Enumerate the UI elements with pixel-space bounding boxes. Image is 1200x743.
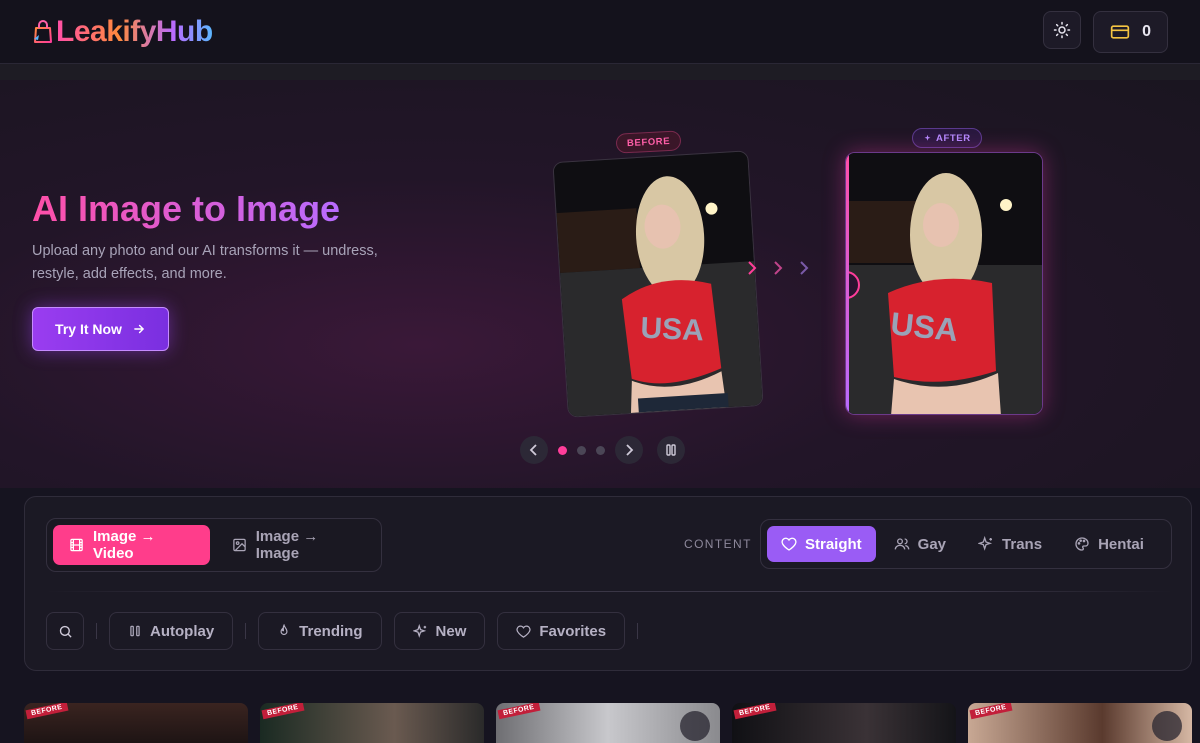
arrow-right-icon <box>134 324 145 334</box>
filter-label: Autoplay <box>150 622 215 640</box>
cta-label: Try It Now <box>55 321 122 337</box>
filter-label: Trending <box>299 622 363 640</box>
carousel-dot[interactable] <box>596 445 605 455</box>
hero-banner: AI Image to Image Upload any photo and o… <box>0 80 1200 488</box>
search-icon <box>59 625 72 638</box>
category-hentai-button[interactable]: Hentai <box>1060 526 1158 562</box>
mode-image-to-image-button[interactable]: Image → Image <box>216 525 375 565</box>
carousel-dot[interactable] <box>577 445 586 455</box>
category-label: Gay <box>917 535 947 553</box>
after-badge: AFTER <box>912 128 982 148</box>
transform-arrows <box>746 260 810 276</box>
category-label: Hentai <box>1098 535 1144 553</box>
brand-name: LeakifyHub <box>56 14 213 48</box>
play-button[interactable] <box>1152 711 1182 741</box>
gallery-item[interactable]: BEFORE <box>496 703 720 743</box>
autoplay-button[interactable]: Autoplay <box>109 612 234 650</box>
search-button[interactable] <box>46 612 84 650</box>
carousel-next-button[interactable] <box>615 436 643 464</box>
header-strip <box>0 64 1200 80</box>
pause-icon <box>666 444 676 456</box>
category-label: Trans <box>1002 535 1043 553</box>
sparkles-icon <box>412 623 426 638</box>
before-tag: BEFORE <box>733 703 777 720</box>
separator <box>245 623 247 639</box>
chevron-right-icon <box>774 261 783 275</box>
filter-label: New <box>435 622 467 640</box>
heart-icon <box>516 625 531 638</box>
before-tag: BEFORE <box>25 703 69 720</box>
sun-icon <box>1053 21 1071 38</box>
credits-button[interactable]: 0 <box>1093 10 1168 53</box>
image-icon <box>232 538 246 552</box>
after-badge-text: AFTER <box>936 132 971 144</box>
category-straight-button[interactable]: Straight <box>767 526 876 562</box>
brand-logo[interactable]: LeakifyHub <box>32 15 213 49</box>
favorites-button[interactable]: Favorites <box>497 612 626 650</box>
before-tag: BEFORE <box>497 703 541 720</box>
play-button[interactable] <box>680 711 710 741</box>
sparkles-icon <box>924 134 931 141</box>
category-trans-button[interactable]: Trans <box>964 526 1056 562</box>
filter-row: Autoplay Trending New Favorites <box>46 612 639 650</box>
shopping-bag-icon <box>34 19 52 43</box>
carousel-dot[interactable] <box>558 445 567 455</box>
filter-label: Favorites <box>539 622 607 640</box>
svg-text:USA: USA <box>889 305 960 348</box>
gallery-item[interactable]: BEFORE <box>732 703 956 743</box>
hero-subtitle: Upload any photo and our AI transforms i… <box>32 243 378 282</box>
before-tag: BEFORE <box>969 703 1013 720</box>
users-icon <box>894 538 910 550</box>
after-photo: USA <box>845 152 1043 415</box>
try-it-now-button[interactable]: Try It Now <box>32 307 169 351</box>
before-badge: BEFORE <box>615 130 682 154</box>
gallery-item[interactable]: BEFORE <box>968 703 1192 743</box>
separator <box>637 623 639 639</box>
hero-title: AI Image to Image <box>32 188 341 229</box>
before-badge-text: BEFORE <box>626 135 671 149</box>
panel-divider <box>46 591 1172 592</box>
controls-panel: Image → Video Image → Image CONTENT Stra… <box>24 496 1192 671</box>
pause-icon <box>130 625 140 637</box>
content-category-switcher: Straight Gay Trans Hentai <box>760 519 1172 569</box>
heart-icon <box>781 537 797 551</box>
chevron-left-icon <box>529 444 537 456</box>
category-label: Straight <box>805 535 862 553</box>
flame-icon <box>280 624 288 636</box>
new-button[interactable]: New <box>393 612 486 650</box>
after-photo-image: USA <box>846 153 1042 414</box>
trending-button[interactable]: Trending <box>258 612 382 650</box>
chevron-right-icon <box>626 444 634 456</box>
theme-toggle-button[interactable] <box>1043 10 1082 49</box>
carousel-controls <box>520 436 685 464</box>
before-photo-image: USA <box>553 151 764 418</box>
gallery-grid: BEFORE BEFORE BEFORE BEFORE BEFORE <box>24 703 1192 743</box>
gallery-item[interactable]: BEFORE <box>260 703 484 743</box>
gallery-item[interactable]: BEFORE <box>24 703 248 743</box>
carousel-pause-button[interactable] <box>657 436 685 464</box>
carousel-prev-button[interactable] <box>520 436 548 464</box>
credit-card-icon <box>1110 24 1130 39</box>
svg-text:USA: USA <box>640 312 705 348</box>
chevron-right-icon <box>748 261 757 275</box>
top-bar: LeakifyHub 0 <box>0 0 1200 64</box>
mode-image-to-video-button[interactable]: Image → Video <box>53 525 210 565</box>
content-label: CONTENT <box>684 537 752 551</box>
mode-switcher: Image → Video Image → Image <box>46 518 382 572</box>
before-photo: USA <box>552 150 764 418</box>
chevron-right-icon <box>800 261 809 275</box>
mode-label: Image → Image <box>255 528 319 562</box>
mode-label: Image → Video <box>93 528 156 562</box>
sparkles-icon <box>978 536 993 551</box>
before-tag: BEFORE <box>261 703 305 720</box>
palette-icon <box>1075 537 1089 551</box>
category-gay-button[interactable]: Gay <box>880 526 960 562</box>
separator <box>96 623 97 639</box>
film-icon <box>70 538 83 552</box>
credits-count: 0 <box>1142 22 1151 40</box>
